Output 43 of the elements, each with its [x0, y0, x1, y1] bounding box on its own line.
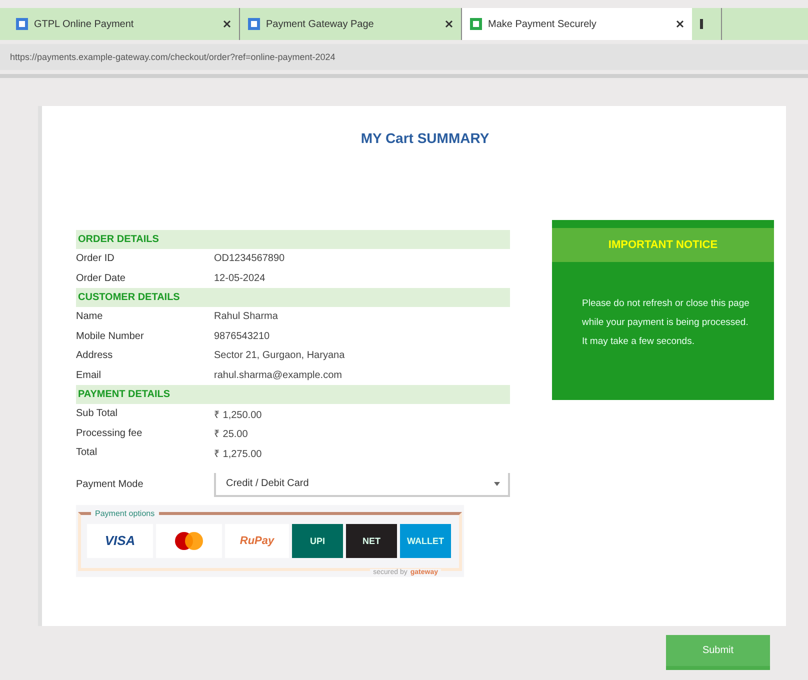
browser-tab[interactable]: Make Payment Securely: [462, 8, 692, 40]
field-value: OD1234567890: [214, 253, 286, 264]
field-value: Sector 21, Gurgaon, Haryana: [214, 350, 346, 362]
field-label: Mobile Number: [76, 330, 145, 342]
address-bar[interactable]: https://payments.example-gateway.com/checkout/order?ref=online-payment-2024: [0, 44, 808, 70]
field-value: Rahul Sharma: [214, 311, 279, 322]
field-value: 12-05-2024: [214, 272, 266, 284]
field-label: Order ID: [76, 253, 116, 264]
field-label: Order Date: [76, 272, 126, 284]
mastercard-logo: [156, 524, 222, 558]
caret-icon: [494, 482, 500, 486]
field-value: rahul.sharma@example.com: [214, 370, 343, 381]
page-title: MY Cart SUMMARY: [360, 130, 490, 146]
page-icon: [248, 18, 260, 30]
field-label: Processing fee: [76, 428, 144, 439]
field-label: Name: [76, 311, 104, 322]
panel-legend: Payment options: [91, 508, 159, 518]
field-label: Sub Total: [76, 408, 119, 420]
payment-logo: UPI: [292, 524, 343, 558]
payment-logo: WALLET: [400, 524, 451, 558]
payment-logo: NET: [346, 524, 397, 558]
field-value: ₹ 25.00: [214, 428, 249, 440]
field-value: 9876543210: [214, 330, 271, 342]
field-label: Address: [76, 350, 114, 362]
page-icon: [470, 18, 482, 30]
close-icon[interactable]: [676, 20, 684, 28]
field-label: Payment Mode: [76, 479, 144, 490]
rupay-logo: RuPay: [225, 524, 289, 558]
notice-title: IMPORTANT NOTICE: [552, 228, 774, 262]
payment-mode-select[interactable]: Credit / Debit Card: [214, 472, 510, 496]
field-value: ₹ 1,275.00: [214, 448, 263, 460]
section-heading: PAYMENT DETAILS: [76, 385, 510, 404]
page-icon: [16, 18, 28, 30]
notice-text: Please do not refresh or close this page while your payment is being processed. It may take a few seconds.: [582, 297, 750, 349]
section-heading: ORDER DETAILS: [76, 230, 510, 249]
close-icon[interactable]: [445, 20, 453, 28]
section-heading: CUSTOMER DETAILS: [76, 288, 510, 307]
close-icon[interactable]: [223, 20, 231, 28]
visa-logo: VISA: [87, 524, 153, 558]
browser-tab[interactable]: GTPL Online Payment: [8, 8, 240, 40]
field-label: Email: [76, 370, 102, 381]
field-label: Total: [76, 447, 98, 458]
field-value: ₹ 1,250.00: [214, 408, 263, 421]
